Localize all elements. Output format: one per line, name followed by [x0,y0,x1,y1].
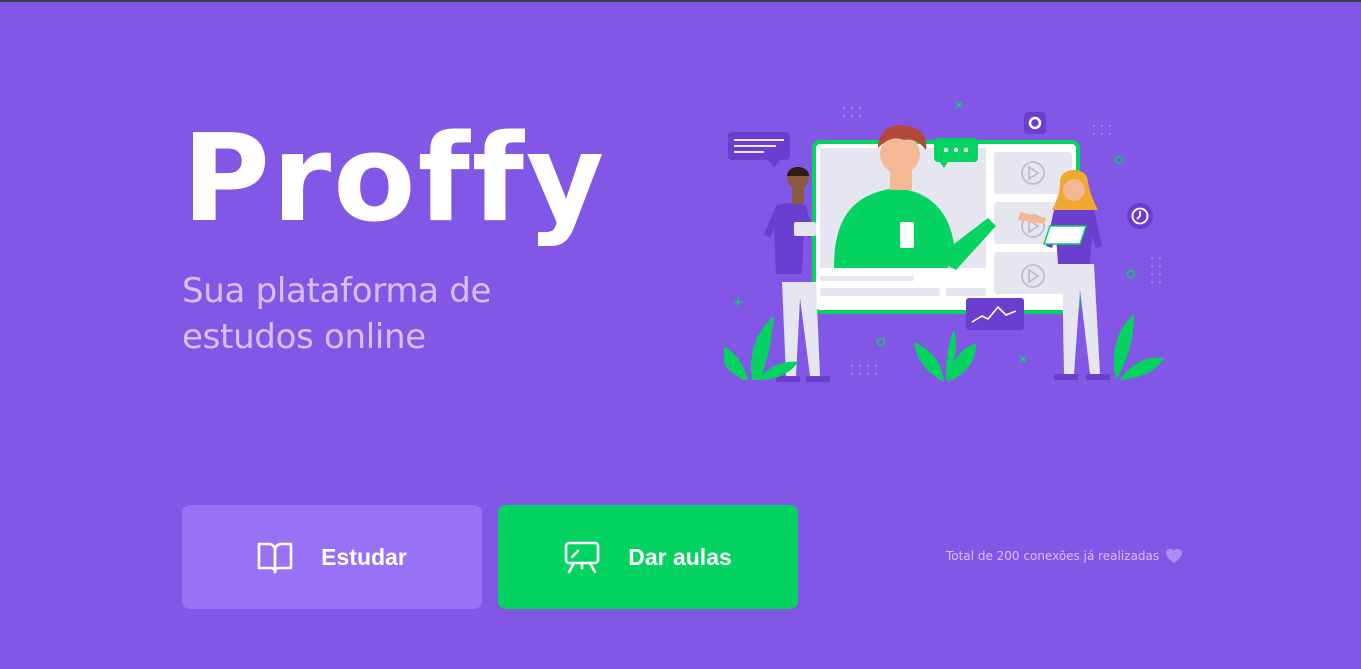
teach-button-label: Dar aulas [628,543,732,570]
tagline-line-2: estudos online [182,317,426,357]
tagline: Sua plataforma de estudos online [182,268,582,360]
teach-button[interactable]: Dar aulas [498,505,798,609]
total-connections-text: Total de 200 conexões já realizadas [946,549,1160,563]
presentation-board-icon [564,541,600,574]
chart-card-icon [966,298,1024,330]
study-button[interactable]: Estudar [182,505,482,609]
landing-page: Proffy Sua plataforma de estudos online [0,0,1361,669]
proffy-logo-icon: Proffy [182,120,606,249]
hero-illustration [724,101,1164,382]
logo-text: Proffy [182,120,606,249]
purple-heart-icon [1166,548,1183,564]
logo: Proffy [182,120,662,260]
book-open-icon [257,542,293,574]
clock-icon [1127,203,1153,229]
gear-icon [1024,112,1046,134]
tagline-line-1: Sua plataforma de [182,271,492,311]
total-connections: Total de 200 conexões já realizadas [946,548,1183,564]
study-button-label: Estudar [321,543,407,570]
chat-bubble-icon [728,132,790,168]
